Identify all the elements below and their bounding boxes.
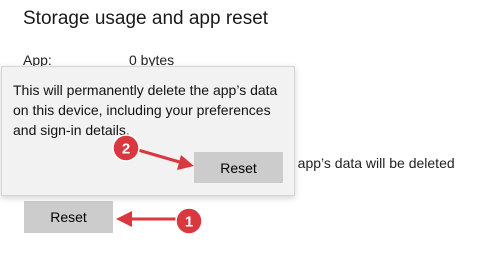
step-1-badge: 1 — [175, 207, 203, 235]
step-1-number: 1 — [185, 214, 193, 231]
reset-description: e app’s data will be deleted — [286, 155, 455, 171]
flyout-message: This will permanently delete the app’s d… — [13, 82, 278, 138]
arrow-1-icon — [116, 211, 178, 227]
confirm-reset-button[interactable]: Reset — [194, 152, 283, 183]
section-title: Storage usage and app reset — [23, 8, 269, 29]
reset-confirm-flyout: This will permanently delete the app’s d… — [1, 66, 295, 196]
reset-button[interactable]: Reset — [24, 201, 113, 233]
